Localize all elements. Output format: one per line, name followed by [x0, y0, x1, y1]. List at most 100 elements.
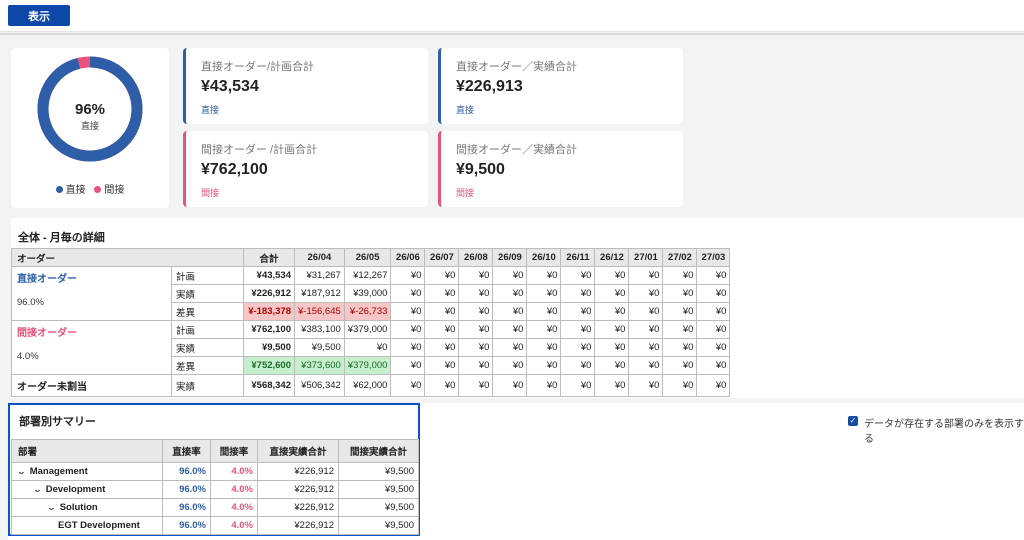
month-value-cell: ¥0	[424, 302, 460, 321]
month-value-cell: ¥0	[424, 356, 460, 375]
month-value-cell: ¥0	[526, 356, 562, 375]
month-value-cell: ¥0	[390, 266, 426, 285]
summary-row[interactable]: ⌄ Solution 96.0% 4.0% ¥226,912 ¥9,500	[11, 498, 419, 517]
month-value-cell: ¥0	[526, 374, 562, 397]
month-value-cell: ¥0	[458, 356, 494, 375]
legend-dot-direct	[55, 186, 63, 193]
department-name-cell: EGT Development	[11, 516, 163, 535]
month-value-cell: ¥0	[560, 284, 596, 303]
month-value-cell: ¥0	[594, 338, 630, 357]
chevron-down-icon[interactable]: ⌄	[47, 503, 56, 512]
month-value-cell: ¥0	[696, 356, 731, 375]
column-header-indirect-total: 間接実績合計	[338, 439, 419, 463]
order-group-name: オーダー未割当	[17, 382, 87, 393]
department-name: EGT Development	[58, 520, 140, 531]
month-value-cell: ¥0	[390, 374, 426, 397]
month-value-cell: ¥0	[628, 320, 664, 339]
month-value-cell: ¥0	[492, 338, 528, 357]
legend-label-direct: 直接	[65, 185, 86, 196]
row-total-cell: ¥226,912	[243, 284, 295, 303]
month-value-cell: ¥0	[424, 266, 460, 285]
toolbar-divider	[0, 33, 1024, 35]
table-row: オーダー未割当 実績 ¥568,342 ¥506,342 ¥62,000 ¥0 ¥0 ¥0 ¥0…	[11, 374, 731, 397]
department-summary-table: 部署 直接率 間接率 直接実績合計 間接実績合計 ⌄ Management 96.0…	[11, 439, 419, 535]
summary-row[interactable]: ⌄ Development 96.0% 4.0% ¥226,912 ¥9,500	[11, 480, 419, 499]
month-value-cell: ¥0	[560, 338, 596, 357]
month-value-cell: ¥379,000	[343, 320, 392, 339]
month-value-cell: ¥0	[390, 356, 426, 375]
month-value-cell: ¥-156,645	[294, 302, 345, 321]
chevron-down-icon[interactable]: ⌄	[33, 485, 42, 494]
month-value-cell: ¥0	[662, 284, 698, 303]
month-value-cell: ¥0	[594, 320, 630, 339]
month-value-cell: ¥0	[594, 356, 630, 375]
monthly-table-body: 直接オーダー 96.0% 計画 ¥43,534 ¥31,267 ¥12,267 ¥0 ¥0 ¥0…	[11, 266, 731, 397]
row-type-label: 実績	[171, 374, 244, 397]
department-name: Solution	[59, 502, 98, 513]
month-value-cell: ¥0	[696, 284, 731, 303]
summary-header-row: 部署 直接率 間接率 直接実績合計 間接実績合計	[11, 439, 419, 463]
month-value-cell: ¥379,000	[343, 356, 392, 375]
month-value-cell: ¥0	[594, 284, 630, 303]
month-value-cell: ¥39,000	[343, 284, 392, 303]
month-value-cell: ¥0	[696, 338, 731, 357]
show-button[interactable]: 表示	[8, 5, 70, 26]
month-value-cell: ¥0	[424, 374, 460, 397]
ratio-donut-card: 96% 直接 直接 間接	[11, 48, 169, 208]
month-value-cell: ¥0	[696, 320, 731, 339]
month-value-cell: ¥0	[696, 302, 731, 321]
column-header-month: 26/09	[492, 248, 528, 267]
summary-row[interactable]: EGT Development 96.0% 4.0% ¥226,912 ¥9,500	[11, 516, 419, 535]
kpi-direct-plan: 直接オーダー/計画合計 ¥43,534 直接	[183, 48, 428, 124]
row-total-cell: ¥43,534	[243, 266, 295, 285]
row-type-label: 差異	[171, 356, 244, 375]
chevron-down-icon[interactable]: ⌄	[17, 467, 26, 476]
table-row: 間接オーダー 4.0% 計画 ¥762,100 ¥383,100 ¥379,000 ¥0 ¥0…	[11, 320, 731, 375]
row-total-cell: ¥762,100	[243, 320, 295, 339]
month-value-cell: ¥0	[696, 266, 731, 285]
kpi-value: ¥762,100	[201, 161, 268, 178]
filter-checkbox[interactable]: ✓	[848, 416, 858, 426]
kpi-title: 間接オーダー /計画合計	[201, 144, 318, 156]
donut-legend: 直接 間接	[11, 181, 169, 196]
department-name-cell: ⌄ Management	[11, 462, 163, 481]
month-value-cell: ¥0	[628, 302, 664, 321]
month-value-cell: ¥0	[526, 320, 562, 339]
month-value-cell: ¥0	[628, 356, 664, 375]
column-header-month: 26/05	[343, 248, 392, 267]
column-header-month: 27/03	[696, 248, 731, 267]
indirect-total-cell: ¥9,500	[338, 480, 419, 499]
kpi-direct-actual: 直接オーダー／実績合計 ¥226,913 直接	[438, 48, 683, 124]
month-value-cell: ¥0	[560, 374, 596, 397]
direct-total-cell: ¥226,912	[257, 516, 339, 535]
month-value-cell: ¥0	[594, 374, 630, 397]
column-header-month: 26/06	[390, 248, 426, 267]
month-value-cell: ¥0	[343, 338, 392, 357]
month-value-cell: ¥31,267	[294, 266, 345, 285]
filter-checkbox-label[interactable]: データが存在する部署のみを表示する	[864, 415, 1024, 445]
order-group-cell: 直接オーダー 96.0%	[11, 266, 172, 321]
month-value-cell: ¥0	[662, 374, 698, 397]
indirect-rate-cell: 4.0%	[210, 498, 258, 517]
row-total-cell: ¥-183,378	[243, 302, 295, 321]
direct-rate-cell: 96.0%	[162, 516, 211, 535]
month-value-cell: ¥187,912	[294, 284, 345, 303]
direct-total-cell: ¥226,912	[257, 480, 339, 499]
month-value-cell: ¥0	[458, 266, 494, 285]
month-value-cell: ¥0	[696, 374, 731, 397]
row-type-label: 差異	[171, 302, 244, 321]
month-value-cell: ¥0	[560, 302, 596, 321]
summary-row[interactable]: ⌄ Management 96.0% 4.0% ¥226,912 ¥9,500	[11, 462, 419, 481]
indirect-rate-cell: 4.0%	[210, 480, 258, 499]
month-value-cell: ¥0	[526, 302, 562, 321]
month-value-cell: ¥0	[458, 302, 494, 321]
row-type-label: 計画	[171, 320, 244, 339]
month-value-cell: ¥0	[390, 338, 426, 357]
legend-item-direct: 直接	[55, 185, 86, 196]
order-group-name: 間接オーダー	[17, 328, 77, 339]
kpi-value: ¥9,500	[456, 161, 505, 178]
column-header-month: 26/08	[458, 248, 494, 267]
monthly-header-row: オーダー 合計 26/04 26/05 26/06 26/07 26/08 26…	[11, 248, 731, 267]
row-total-cell: ¥9,500	[243, 338, 295, 357]
indirect-total-cell: ¥9,500	[338, 498, 419, 517]
